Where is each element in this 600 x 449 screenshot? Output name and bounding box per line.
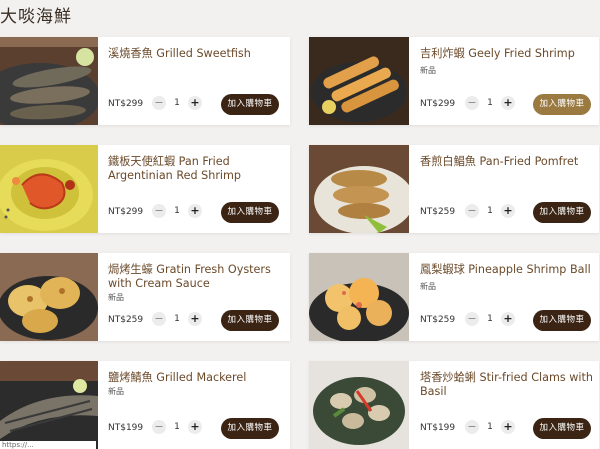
product-image[interactable]: [0, 145, 98, 233]
add-to-cart-button[interactable]: 加入購物車: [221, 94, 279, 115]
product-image[interactable]: [0, 37, 98, 125]
product-image[interactable]: [309, 145, 409, 233]
product-image[interactable]: [309, 361, 409, 449]
oysters-image: [0, 253, 98, 341]
new-badge: 新品: [420, 66, 436, 75]
shrimp-balls-image: [309, 253, 409, 341]
product-name: 鹽烤鯖魚 Grilled Mackerel: [108, 371, 247, 384]
increase-quantity-button[interactable]: +: [501, 420, 515, 434]
quantity-value: 1: [487, 206, 493, 216]
product-price: NT$259: [108, 315, 144, 325]
add-to-cart-button[interactable]: 加入購物車: [221, 202, 279, 223]
quantity-value: 1: [174, 98, 180, 108]
product-name: 鳳梨蝦球 Pineapple Shrimp Ball: [420, 263, 591, 276]
fried-shrimp-image: [309, 37, 409, 125]
increase-quantity-button[interactable]: +: [188, 420, 202, 434]
add-to-cart-button[interactable]: 加入購物車: [533, 202, 591, 223]
product-image[interactable]: [309, 253, 409, 341]
product-card-clams: 塔香炒蛤蜊 Stir-fried Clams with Basil NT$199…: [309, 361, 599, 449]
decrease-quantity-button[interactable]: −: [152, 312, 166, 326]
new-badge: 新品: [108, 387, 124, 396]
mackerel-image: [0, 361, 98, 449]
product-name: 吉利炸蝦 Geely Fried Shrimp: [420, 47, 575, 60]
product-price: NT$299: [420, 99, 456, 109]
section-title: 大啖海鮮: [0, 7, 72, 27]
product-name: 溪燒香魚 Grilled Sweetfish: [108, 47, 251, 60]
product-price: NT$299: [108, 207, 144, 217]
product-price: NT$199: [108, 423, 144, 433]
decrease-quantity-button[interactable]: −: [465, 204, 479, 218]
new-badge: 新品: [420, 282, 436, 291]
product-price: NT$299: [108, 99, 144, 109]
product-card-red-shrimp: 鐵板天使紅蝦 Pan Fried Argentinian Red Shrimp …: [0, 145, 290, 233]
increase-quantity-button[interactable]: +: [188, 312, 202, 326]
add-to-cart-button[interactable]: 加入購物車: [221, 418, 279, 439]
decrease-quantity-button[interactable]: −: [152, 204, 166, 218]
product-card-fried-shrimp: 吉利炸蝦 Geely Fried Shrimp 新品 NT$299 − 1 + …: [309, 37, 599, 125]
quantity-value: 1: [487, 422, 493, 432]
add-to-cart-button[interactable]: 加入購物車: [533, 418, 591, 439]
product-name: 鐵板天使紅蝦 Pan Fried Argentinian Red Shrimp: [108, 155, 242, 182]
product-price: NT$259: [420, 207, 456, 217]
product-card-oysters: 焗烤生蠔 Gratin Fresh Oysters with Cream Sau…: [0, 253, 290, 341]
add-to-cart-button[interactable]: 加入購物車: [221, 310, 279, 331]
decrease-quantity-button[interactable]: −: [152, 420, 166, 434]
grilled-sweetfish-image: [0, 37, 98, 125]
increase-quantity-button[interactable]: +: [501, 96, 515, 110]
add-to-cart-button[interactable]: 加入購物車: [533, 310, 591, 331]
increase-quantity-button[interactable]: +: [501, 312, 515, 326]
decrease-quantity-button[interactable]: −: [152, 96, 166, 110]
increase-quantity-button[interactable]: +: [188, 204, 202, 218]
quantity-value: 1: [174, 314, 180, 324]
clams-image: [309, 361, 409, 449]
increase-quantity-button[interactable]: +: [501, 204, 515, 218]
new-badge: 新品: [108, 293, 124, 302]
quantity-value: 1: [487, 98, 493, 108]
decrease-quantity-button[interactable]: −: [465, 312, 479, 326]
pomfret-image: [309, 145, 409, 233]
decrease-quantity-button[interactable]: −: [465, 96, 479, 110]
product-image[interactable]: [0, 253, 98, 341]
product-name: 香煎白鯧魚 Pan-Fried Pomfret: [420, 155, 579, 168]
product-card-pomfret: 香煎白鯧魚 Pan-Fried Pomfret NT$259 − 1 + 加入購…: [309, 145, 599, 233]
product-card-mackerel: 鹽烤鯖魚 Grilled Mackerel 新品 NT$199 − 1 + 加入…: [0, 361, 290, 449]
product-name: 塔香炒蛤蜊 Stir-fried Clams with Basil: [420, 371, 593, 398]
quantity-value: 1: [174, 206, 180, 216]
product-price: NT$199: [420, 423, 456, 433]
product-image[interactable]: [0, 361, 98, 449]
increase-quantity-button[interactable]: +: [188, 96, 202, 110]
decrease-quantity-button[interactable]: −: [465, 420, 479, 434]
product-card-shrimp-balls: 鳳梨蝦球 Pineapple Shrimp Ball 新品 NT$259 − 1…: [309, 253, 599, 341]
product-name: 焗烤生蠔 Gratin Fresh Oysters with Cream Sau…: [108, 263, 271, 290]
red-shrimp-image: [0, 145, 98, 233]
quantity-value: 1: [487, 314, 493, 324]
status-url: https://...: [0, 441, 96, 449]
product-image[interactable]: [309, 37, 409, 125]
product-price: NT$259: [420, 315, 456, 325]
quantity-value: 1: [174, 422, 180, 432]
add-to-cart-button[interactable]: 加入購物車: [533, 94, 591, 115]
product-card-sweetfish: 溪燒香魚 Grilled Sweetfish NT$299 − 1 + 加入購物…: [0, 37, 290, 125]
